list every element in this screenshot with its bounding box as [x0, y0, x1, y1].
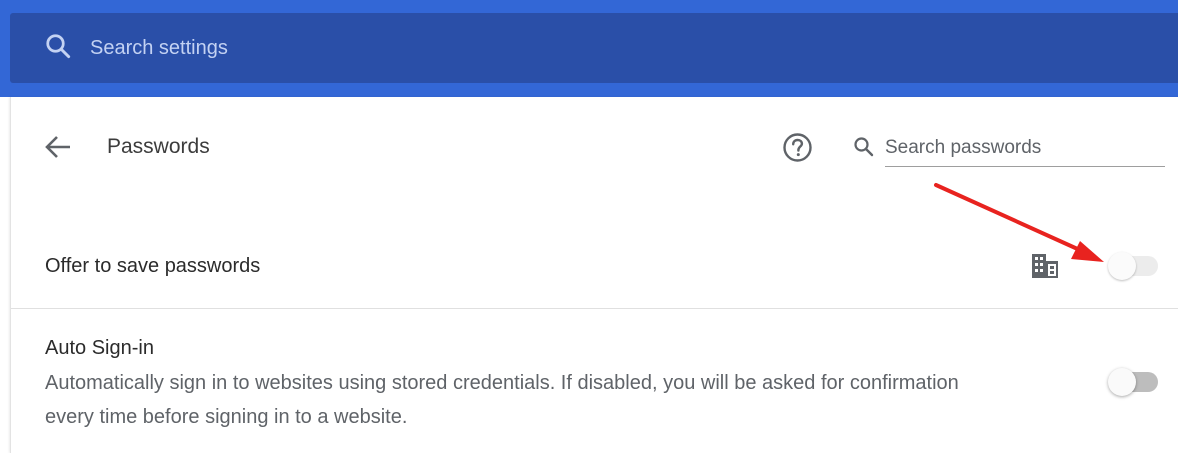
- offer-to-save-label: Offer to save passwords: [45, 255, 261, 277]
- search-settings-placeholder: Search settings: [90, 37, 228, 59]
- offer-to-save-toggle[interactable]: [1104, 251, 1160, 281]
- auto-signin-toggle[interactable]: [1104, 367, 1160, 397]
- search-passwords-icon: [854, 137, 874, 157]
- help-circle-icon[interactable]: [782, 132, 813, 163]
- toggle-knob: [1108, 368, 1136, 396]
- enterprise-building-icon: [1032, 254, 1058, 278]
- auto-signin-description: Automatically sign in to websites using …: [45, 372, 959, 428]
- search-icon: [46, 34, 71, 59]
- divider: [11, 308, 1178, 309]
- auto-signin-title: Auto Sign-in: [45, 337, 154, 359]
- page-title: Passwords: [107, 135, 210, 158]
- top-bar: Search settings: [0, 0, 1178, 97]
- search-settings-box[interactable]: Search settings: [10, 13, 1178, 83]
- arrow-left-icon[interactable]: [44, 134, 72, 160]
- search-passwords-input[interactable]: [885, 130, 1165, 167]
- toggle-knob: [1108, 252, 1136, 280]
